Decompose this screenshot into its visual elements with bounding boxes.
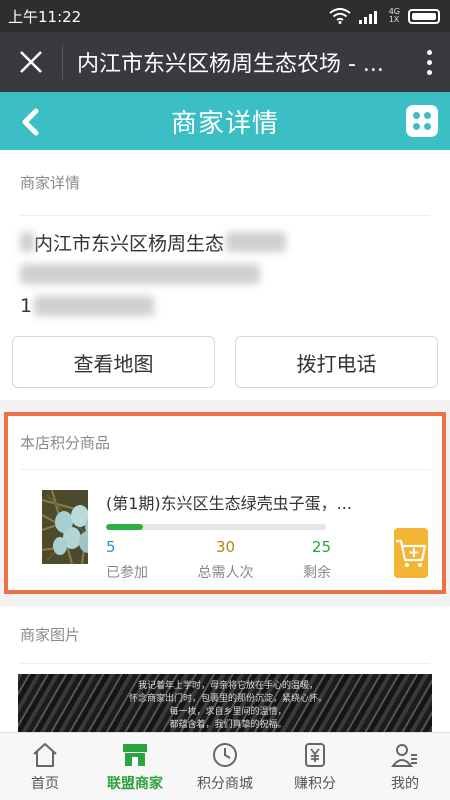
more-dot-icon <box>426 69 432 75</box>
tab-label: 赚积分 <box>294 775 336 792</box>
photo-caption: 我记着年上学时，母亲将它放在手心的温暖， 怀念商家出门时，包裹里的那份沉淀，紧绕… <box>118 680 338 732</box>
tab-label: 首页 <box>31 775 59 792</box>
merchant-phone: 1 <box>20 290 430 322</box>
more-dot-icon <box>426 49 432 55</box>
eggs-in-nest-image <box>42 490 88 564</box>
menu-grid-button[interactable] <box>406 105 438 137</box>
product-image[interactable] <box>42 490 88 564</box>
grid-dot-icon <box>424 112 431 119</box>
home-icon <box>33 742 57 767</box>
section-title-images: 商家图片 <box>20 606 430 664</box>
total-count: 30 <box>215 538 236 556</box>
section-title-points-goods: 本店积分商品 <box>20 416 430 470</box>
remaining-count: 25 <box>311 538 331 556</box>
close-button[interactable] <box>0 32 62 92</box>
chevron-left-icon <box>22 108 39 136</box>
back-button[interactable] <box>12 102 52 142</box>
section-title-merchant: 商家详情 <box>20 150 430 216</box>
status-bar: 上午11:22 4G 1X <box>0 0 450 32</box>
tab-mine[interactable]: 我的 <box>360 733 450 800</box>
page-content: 商家详情 内江市东兴区杨周生态 1 查看地图 拨打电话 本店积分商品 (第1期)… <box>0 150 450 732</box>
status-time: 上午11:22 <box>8 7 82 26</box>
total-label: 总需人次 <box>197 565 254 581</box>
tab-home[interactable]: 首页 <box>0 733 90 800</box>
merchant-phone-text: 1 <box>20 295 33 317</box>
product-stats: 5 已参加 30 总需人次 25 剩余 <box>106 538 331 582</box>
redacted-text <box>20 264 260 284</box>
points-goods-card: 本店积分商品 (第1期)东兴区生态绿壳虫子蛋，... 5 已参加 30 总需人次… <box>4 412 446 594</box>
network-1x-label: 1X <box>388 15 400 24</box>
wifi-icon <box>329 8 351 24</box>
header-title: 商家详情 <box>170 108 279 139</box>
more-dot-icon <box>426 59 432 65</box>
merchant-name: 内江市东兴区杨周生态 <box>20 226 430 258</box>
progress-bar-fill <box>106 524 144 530</box>
redacted-text <box>34 296 155 316</box>
merchant-address <box>20 258 430 290</box>
cart-plus-icon <box>396 539 427 567</box>
merchant-name-text: 内江市东兴区杨周生态 <box>34 232 225 255</box>
more-options-button[interactable] <box>408 32 450 92</box>
joined-label: 已参加 <box>106 565 148 581</box>
tab-earn-points[interactable]: 赚积分 <box>270 733 360 800</box>
photo-caption-line: 都蕴含着，我们真挚的祝福。 <box>169 720 287 730</box>
grid-dot-icon <box>424 123 431 130</box>
redacted-text <box>20 232 34 252</box>
call-phone-button[interactable]: 拨打电话 <box>235 336 438 388</box>
browser-title-bar: 内江市东兴区杨周生态农场 - ... <box>0 32 450 92</box>
remaining-label: 剩余 <box>303 565 331 581</box>
close-icon <box>20 51 42 73</box>
photo-caption-line: 每一枚，求自乡里间的温情， <box>169 707 287 717</box>
stat-remaining: 25 剩余 <box>303 538 331 582</box>
joined-count: 5 <box>106 538 116 556</box>
bottom-tab-bar: 首页 联盟商家 积分商城 赚积分 我的 <box>0 732 450 800</box>
photo-caption-line: 怀念商家出门时，包裹里的那份沉淀，紧绕心怀。 <box>128 694 327 704</box>
merchant-info-card: 商家详情 内江市东兴区杨周生态 1 查看地图 拨打电话 <box>0 150 450 400</box>
tab-label: 我的 <box>391 775 419 792</box>
grid-dot-icon <box>413 123 420 130</box>
merchant-photo[interactable]: 我记着年上学时，母亲将它放在手心的温暖， 怀念商家出门时，包裹里的那份沉淀，紧绕… <box>18 674 432 732</box>
app-header: 商家详情 <box>0 92 450 150</box>
photo-caption-line: 我记着年上学时，母亲将它放在手心的温暖， <box>137 681 318 691</box>
add-to-cart-button[interactable] <box>394 528 428 578</box>
tab-alliance-merchants[interactable]: 联盟商家 <box>90 733 180 800</box>
product-item[interactable]: (第1期)东兴区生态绿壳虫子蛋，... 5 已参加 30 总需人次 25 剩余 <box>8 470 442 582</box>
view-map-button[interactable]: 查看地图 <box>12 336 215 388</box>
progress-bar <box>106 524 326 530</box>
page-title: 内江市东兴区杨周生态农场 - ... <box>77 52 384 77</box>
store-icon <box>123 743 147 766</box>
tab-label: 联盟商家 <box>107 775 163 792</box>
status-icons: 4G 1X <box>329 8 440 24</box>
tab-label: 积分商城 <box>197 775 253 792</box>
stat-total: 30 总需人次 <box>198 538 254 582</box>
battery-icon <box>408 8 440 24</box>
coin-icon <box>305 742 325 767</box>
tab-points-mall[interactable]: 积分商城 <box>180 733 270 800</box>
redacted-text <box>226 232 287 252</box>
signal-icon <box>358 11 377 24</box>
grid-dot-icon <box>413 112 420 119</box>
user-icon <box>391 743 417 767</box>
stat-joined: 5 已参加 <box>106 538 148 582</box>
clock-icon <box>213 742 237 767</box>
product-name[interactable]: (第1期)东兴区生态绿壳虫子蛋，... <box>106 490 386 514</box>
merchant-images-card: 商家图片 我记着年上学时，母亲将它放在手心的温暖， 怀念商家出门时，包裹里的那份… <box>0 606 450 732</box>
